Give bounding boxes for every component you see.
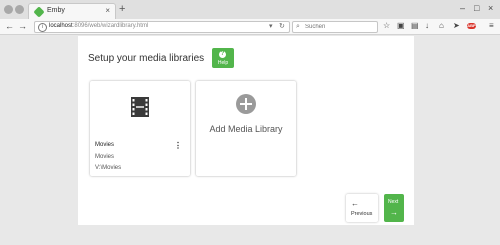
previous-button[interactable]: ← Previous <box>346 194 378 222</box>
library-type: Movies <box>95 154 115 160</box>
address-bar[interactable]: i localhost:8096/web/wizardlibrary.html … <box>34 21 290 33</box>
browser-tab[interactable]: Emby × <box>28 3 116 20</box>
search-input[interactable] <box>305 23 373 31</box>
add-library-label: Add Media Library <box>209 124 283 134</box>
film-icon <box>131 97 149 117</box>
arrow-right-icon: → <box>390 208 398 217</box>
next-label: Next <box>388 199 399 205</box>
star-icon[interactable]: ☆ <box>383 21 390 31</box>
maximize-icon[interactable]: □ <box>474 3 479 13</box>
dropdown-arrow-icon[interactable]: ▾ <box>269 22 273 30</box>
add-media-library-button[interactable]: Add Media Library <box>196 81 296 176</box>
menu-icon[interactable]: ≡ <box>489 21 494 31</box>
send-icon[interactable]: ➤ <box>453 21 460 31</box>
library-name: Movies <box>95 142 115 148</box>
navigation-bar: ← → i localhost:8096/web/wizardlibrary.h… <box>0 19 500 35</box>
tab-close-icon[interactable]: × <box>105 6 110 15</box>
more-options-icon[interactable]: ⋮ <box>174 142 182 150</box>
library-path: V:\Movies <box>95 165 122 171</box>
help-label: Help <box>217 60 229 66</box>
adblock-icon[interactable]: ABP <box>467 23 476 29</box>
help-icon: ? <box>219 51 226 58</box>
reload-icon[interactable]: ↻ <box>279 22 285 30</box>
info-icon[interactable]: i <box>38 23 47 32</box>
next-button[interactable]: Next → <box>384 194 404 222</box>
new-tab-button[interactable]: + <box>119 3 125 15</box>
back-icon[interactable]: ← <box>5 20 14 32</box>
home-icon[interactable]: ⌂ <box>439 21 444 31</box>
tab-title: Emby <box>47 7 65 14</box>
emby-favicon-icon <box>33 6 45 18</box>
arrow-left-icon: ← <box>351 199 359 208</box>
tab-bar: Emby × + – □ × <box>0 0 500 20</box>
window-control[interactable] <box>4 5 13 14</box>
lock-icon[interactable]: ▤ <box>411 21 419 31</box>
url-text[interactable]: localhost:8096/web/wizardlibrary.html <box>49 23 148 29</box>
page-title: Setup your media libraries <box>88 53 205 64</box>
window-control[interactable] <box>15 5 24 14</box>
forward-icon[interactable]: → <box>18 20 27 32</box>
download-icon[interactable]: ↓ <box>425 21 429 31</box>
wizard-page: Setup your media libraries ? Help Movies… <box>78 36 414 225</box>
minimize-icon[interactable]: – <box>460 3 465 13</box>
library-card-movies[interactable]: Movies ⋮ Movies V:\Movies <box>90 81 190 176</box>
search-box[interactable]: ⌕ <box>292 21 378 33</box>
close-window-icon[interactable]: × <box>488 3 493 13</box>
search-icon: ⌕ <box>296 23 300 30</box>
help-button[interactable]: ? Help <box>212 48 234 68</box>
clipboard-icon[interactable]: ▣ <box>397 21 405 31</box>
plus-icon <box>236 94 256 114</box>
previous-label: Previous <box>351 211 373 217</box>
